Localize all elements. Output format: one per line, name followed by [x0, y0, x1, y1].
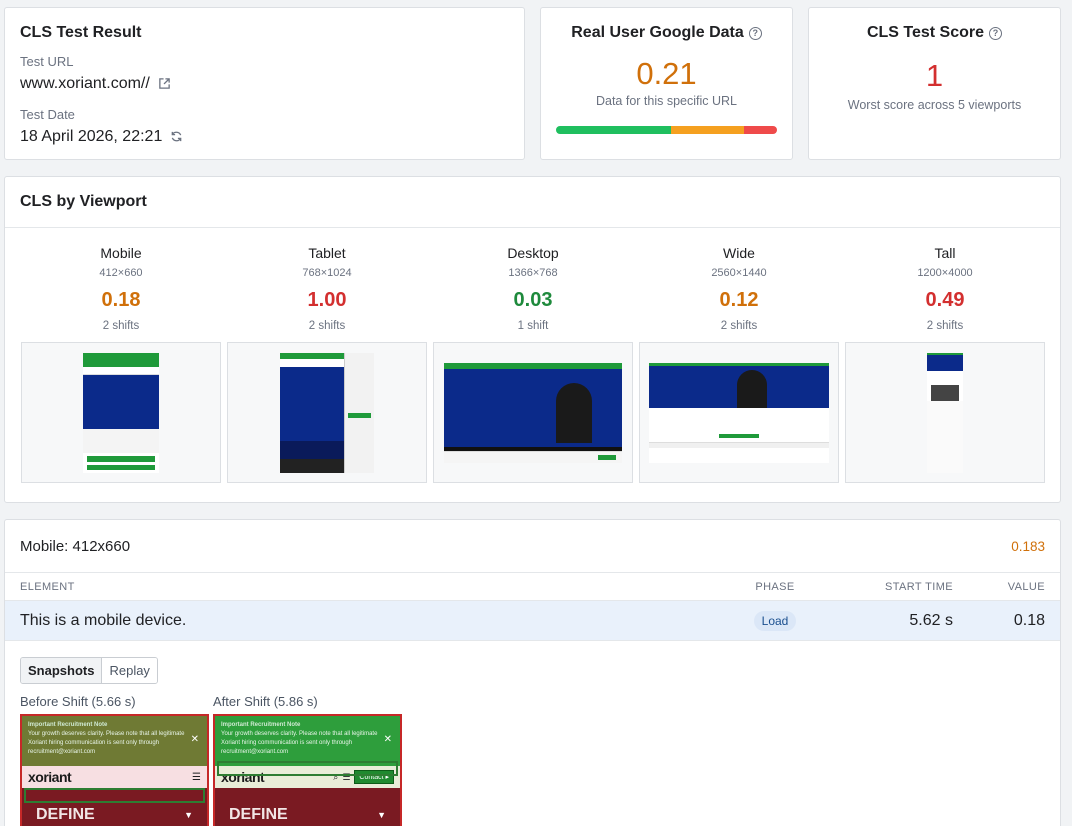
- test-date: 18 April 2026, 22:21: [20, 128, 163, 145]
- viewport-size: 1366×768: [508, 267, 558, 279]
- help-icon[interactable]: ?: [989, 26, 1003, 40]
- rum-bar-needs-improvement: [670, 126, 744, 134]
- before-shift-snapshot[interactable]: Important Recruitment Note Your growth d…: [20, 714, 209, 826]
- rum-title: Real User Google Data: [571, 24, 744, 41]
- shift-highlight-box: [24, 788, 205, 803]
- viewport-score: 0.49: [925, 289, 965, 311]
- score-title: CLS Test Score: [866, 24, 985, 41]
- viewport-shifts: 2 shifts: [926, 320, 964, 332]
- snapshot-tabs: Snapshots Replay: [20, 657, 158, 684]
- mobile-details-card: Mobile: 412x660 0.183 ELEMENT PHASE STAR…: [4, 519, 1061, 826]
- help-icon[interactable]: ?: [748, 26, 762, 40]
- viewport-score: 1.00: [307, 289, 347, 311]
- viewport-thumbnail[interactable]: [433, 342, 633, 483]
- viewport-size: 412×660: [99, 267, 143, 279]
- rum-subtitle: Data for this specific URL: [595, 94, 738, 108]
- mobile-cls-score: 0.183: [1011, 538, 1045, 554]
- rum-distribution-bar: [556, 126, 777, 134]
- column-start-time: START TIME: [885, 580, 953, 593]
- phase-badge: Load: [753, 610, 797, 631]
- viewport-mobile[interactable]: Mobile 412×660 0.18 2 shifts: [21, 245, 221, 487]
- rum-bar-good: [556, 126, 671, 134]
- viewport-tablet[interactable]: Tablet 768×1024 1.00 2 shifts: [227, 245, 427, 487]
- close-icon: ✕: [383, 734, 392, 745]
- menu-icon: ☰: [192, 771, 201, 783]
- shift-table-header: ELEMENT PHASE START TIME VALUE: [5, 573, 1060, 601]
- close-icon: ✕: [190, 734, 199, 745]
- note-title: Important Recruitment Note: [28, 722, 108, 728]
- viewport-shifts: 2 shifts: [308, 320, 346, 332]
- test-date-label: Test Date: [20, 107, 75, 122]
- viewport-name: Tablet: [308, 245, 346, 261]
- viewport-thumbnail[interactable]: [845, 342, 1045, 483]
- table-row[interactable]: This is a mobile device. Load 5.62 s 0.1…: [5, 601, 1060, 641]
- row-start-time: 5.62 s: [909, 611, 953, 629]
- viewport-thumbnail[interactable]: [639, 342, 839, 483]
- before-shift-label: Before Shift (5.66 s): [20, 694, 136, 709]
- column-phase: PHASE: [755, 580, 795, 593]
- column-value: VALUE: [1007, 580, 1045, 593]
- hero-word: DEFINE: [36, 806, 95, 823]
- shift-highlight-box: [217, 761, 398, 776]
- cls-by-viewport-card: CLS by Viewport Mobile 412×660 0.18 2 sh…: [4, 176, 1061, 503]
- test-url-label: Test URL: [20, 54, 74, 69]
- rum-bar-poor: [743, 126, 777, 134]
- hero-word: DEFINE: [229, 806, 288, 823]
- tab-replay[interactable]: Replay: [102, 658, 157, 683]
- viewport-thumbnail[interactable]: [227, 342, 427, 483]
- score-value: 1: [925, 58, 944, 93]
- note-title: Important Recruitment Note: [221, 722, 301, 728]
- rum-value: 0.21: [636, 56, 697, 91]
- viewport-score: 0.03: [513, 289, 553, 311]
- chevron-down-icon: ▼: [377, 810, 386, 820]
- viewport-score: 0.12: [719, 289, 759, 311]
- note-line: Your growth deserves clarity. Please not…: [221, 731, 378, 737]
- note-line: recruitment@xoriant.com: [28, 749, 96, 755]
- viewport-name: Desktop: [507, 245, 559, 261]
- viewport-wide[interactable]: Wide 2560×1440 0.12 2 shifts: [639, 245, 839, 487]
- viewport-size: 2560×1440: [711, 267, 767, 279]
- after-shift-label: After Shift (5.86 s): [213, 694, 318, 709]
- column-element: ELEMENT: [20, 580, 75, 593]
- viewport-shifts: 2 shifts: [720, 320, 758, 332]
- tab-snapshots[interactable]: Snapshots: [21, 658, 103, 683]
- viewport-size: 1200×4000: [917, 267, 973, 279]
- note-line: recruitment@xoriant.com: [221, 749, 289, 755]
- after-shift-snapshot[interactable]: Important Recruitment Note Your growth d…: [213, 714, 402, 826]
- viewport-section-title: CLS by Viewport: [20, 193, 147, 210]
- test-result-title: CLS Test Result: [20, 24, 142, 41]
- refresh-icon[interactable]: [170, 130, 184, 144]
- note-line: Xoriant hiring communication is sent onl…: [221, 740, 353, 746]
- viewport-shifts: 1 shift: [517, 320, 549, 332]
- test-url[interactable]: www.xoriant.com//: [20, 75, 150, 93]
- viewport-size: 768×1024: [302, 267, 352, 279]
- viewport-name: Mobile: [100, 245, 142, 261]
- external-link-icon[interactable]: [158, 77, 172, 91]
- viewport-score: 0.18: [101, 289, 141, 311]
- test-score-card: CLS Test Score ? 1 Worst score across 5 …: [808, 7, 1061, 160]
- chevron-down-icon: ▼: [184, 810, 193, 820]
- note-line: Xoriant hiring communication is sent onl…: [28, 740, 160, 746]
- row-element: This is a mobile device.: [20, 611, 187, 629]
- viewport-shifts: 2 shifts: [102, 320, 140, 332]
- site-logo: xoriant: [28, 769, 72, 785]
- score-subtitle: Worst score across 5 viewports: [847, 98, 1022, 112]
- real-user-data-card: Real User Google Data ? 0.21 Data for th…: [540, 7, 793, 160]
- viewport-thumbnail[interactable]: [21, 342, 221, 483]
- test-result-card: CLS Test Result Test URL www.xoriant.com…: [4, 7, 525, 160]
- viewport-desktop[interactable]: Desktop 1366×768 0.03 1 shift: [433, 245, 633, 487]
- viewport-tall[interactable]: Tall 1200×4000 0.49 2 shifts: [845, 245, 1045, 487]
- row-value: 0.18: [1013, 611, 1045, 629]
- viewport-name: Wide: [723, 245, 755, 261]
- mobile-section-title: Mobile: 412x660: [20, 537, 131, 555]
- note-line: Your growth deserves clarity. Please not…: [28, 731, 185, 737]
- viewport-name: Tall: [934, 245, 956, 261]
